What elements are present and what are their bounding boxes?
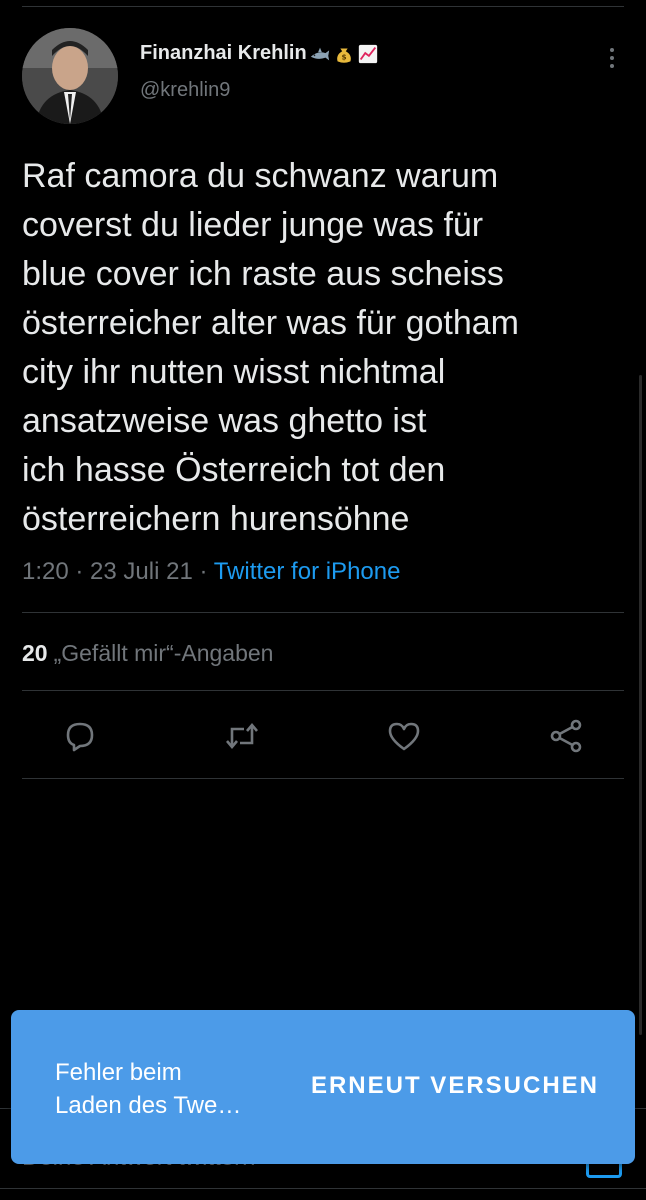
error-snackbar: Fehler beim Laden des Twe… ERNEUT VERSUC… (11, 1010, 635, 1164)
tweet-detail-screen: Finanzhai Krehlin $ @krehlin9 Raf camora… (0, 0, 646, 1200)
more-options-button[interactable] (600, 42, 624, 74)
tweet-action-bar (0, 716, 646, 760)
vertical-ellipsis-icon (610, 48, 614, 68)
tweet-source-link[interactable]: Twitter for iPhone (214, 558, 401, 585)
tweet-text: Raf camora du schwanz warum coverst du l… (22, 157, 519, 538)
top-divider (22, 6, 624, 7)
heart-icon (388, 722, 420, 751)
divider (22, 690, 624, 691)
meta-separator: · (68, 558, 91, 585)
shark-emoji-icon (310, 47, 329, 60)
like-button[interactable] (384, 716, 424, 756)
meta-separator: · (192, 558, 214, 585)
author-block[interactable]: Finanzhai Krehlin $ @krehlin9 (140, 42, 379, 102)
retry-button[interactable]: ERNEUT VERSUCHEN (311, 1072, 599, 1100)
display-name[interactable]: Finanzhai Krehlin $ (140, 42, 379, 65)
tweet-time: 1:20 (22, 558, 69, 585)
reply-icon (66, 722, 94, 752)
divider (22, 778, 624, 779)
handle[interactable]: @krehlin9 (140, 79, 379, 102)
divider (0, 1188, 646, 1189)
tweet-header: Finanzhai Krehlin $ @krehlin9 (22, 28, 624, 128)
likes-summary[interactable]: 20 „Gefällt mir“-Angaben (22, 640, 273, 667)
display-name-text: Finanzhai Krehlin (140, 42, 307, 64)
reply-button[interactable] (60, 716, 100, 756)
likes-label: „Gefällt mir“-Angaben (53, 640, 274, 666)
tweet-date: 23 Juli 21 (90, 558, 193, 585)
likes-count: 20 (22, 640, 48, 666)
scrollbar[interactable] (639, 375, 642, 1035)
chart-increasing-emoji-icon (358, 44, 377, 63)
money-bag-emoji-icon: $ (336, 48, 351, 63)
retweet-button[interactable] (222, 716, 262, 756)
divider (22, 612, 624, 613)
retweet-icon (226, 722, 258, 750)
svg-text:$: $ (341, 52, 346, 61)
share-button[interactable] (546, 716, 586, 756)
snackbar-message: Fehler beim Laden des Twe… (55, 1059, 242, 1119)
avatar[interactable] (22, 28, 118, 124)
tweet-meta: 1:20 · 23 Juli 21 · Twitter for iPhone (22, 558, 400, 586)
share-icon (550, 719, 582, 753)
